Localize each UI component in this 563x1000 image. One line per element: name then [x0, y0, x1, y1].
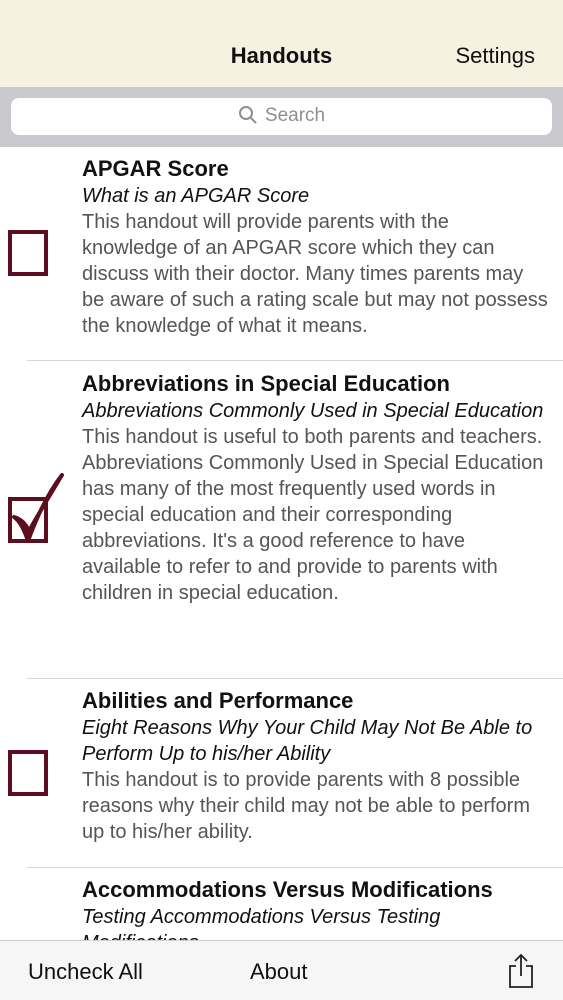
checkbox-checked[interactable] [8, 473, 64, 543]
item-subtitle: What is an APGAR Score [82, 185, 310, 207]
list-item[interactable]: APGAR Score What is an APGAR Score This … [0, 147, 563, 361]
share-button[interactable] [507, 953, 535, 994]
checkbox[interactable] [8, 750, 48, 796]
bottom-toolbar: Uncheck All About [0, 940, 563, 1000]
item-title: Abbreviations in Special Education [82, 371, 450, 396]
item-title: APGAR Score [82, 156, 229, 181]
list-item[interactable]: Abilities and Performance Eight Reasons … [0, 679, 563, 868]
item-description: This handout is to provide parents with … [82, 769, 530, 843]
checkbox[interactable] [8, 230, 48, 276]
settings-button[interactable]: Settings [456, 43, 536, 69]
item-description: This handout is useful to both parents a… [82, 426, 544, 604]
search-input[interactable]: Search [11, 98, 552, 135]
checkmark-icon [12, 473, 64, 543]
list-item[interactable]: Accommodations Versus Modifications Test… [0, 868, 563, 940]
item-subtitle: Testing Accommodations Versus Testing Mo… [82, 906, 441, 940]
item-subtitle: Eight Reasons Why Your Child May Not Be … [82, 717, 533, 765]
share-icon [509, 953, 533, 988]
item-title: Abilities and Performance [82, 688, 354, 713]
search-icon [238, 106, 257, 124]
item-title: Accommodations Versus Modifications [82, 877, 493, 902]
about-button[interactable]: About [250, 959, 308, 985]
navigation-bar: Handouts Settings [0, 0, 563, 87]
search-placeholder: Search [264, 105, 326, 126]
item-subtitle: Abbreviations Commonly Used in Special E… [82, 400, 544, 422]
search-bar-container: Search [0, 87, 563, 147]
list-item[interactable]: Abbreviations in Special Education Abbre… [0, 361, 563, 679]
item-description: This handout will provide parents with t… [82, 211, 548, 337]
uncheck-all-button[interactable]: Uncheck All [28, 959, 143, 985]
handout-list: APGAR Score What is an APGAR Score This … [0, 147, 563, 940]
screen: Handouts Settings Search APGAR Score Wha… [0, 0, 563, 1000]
